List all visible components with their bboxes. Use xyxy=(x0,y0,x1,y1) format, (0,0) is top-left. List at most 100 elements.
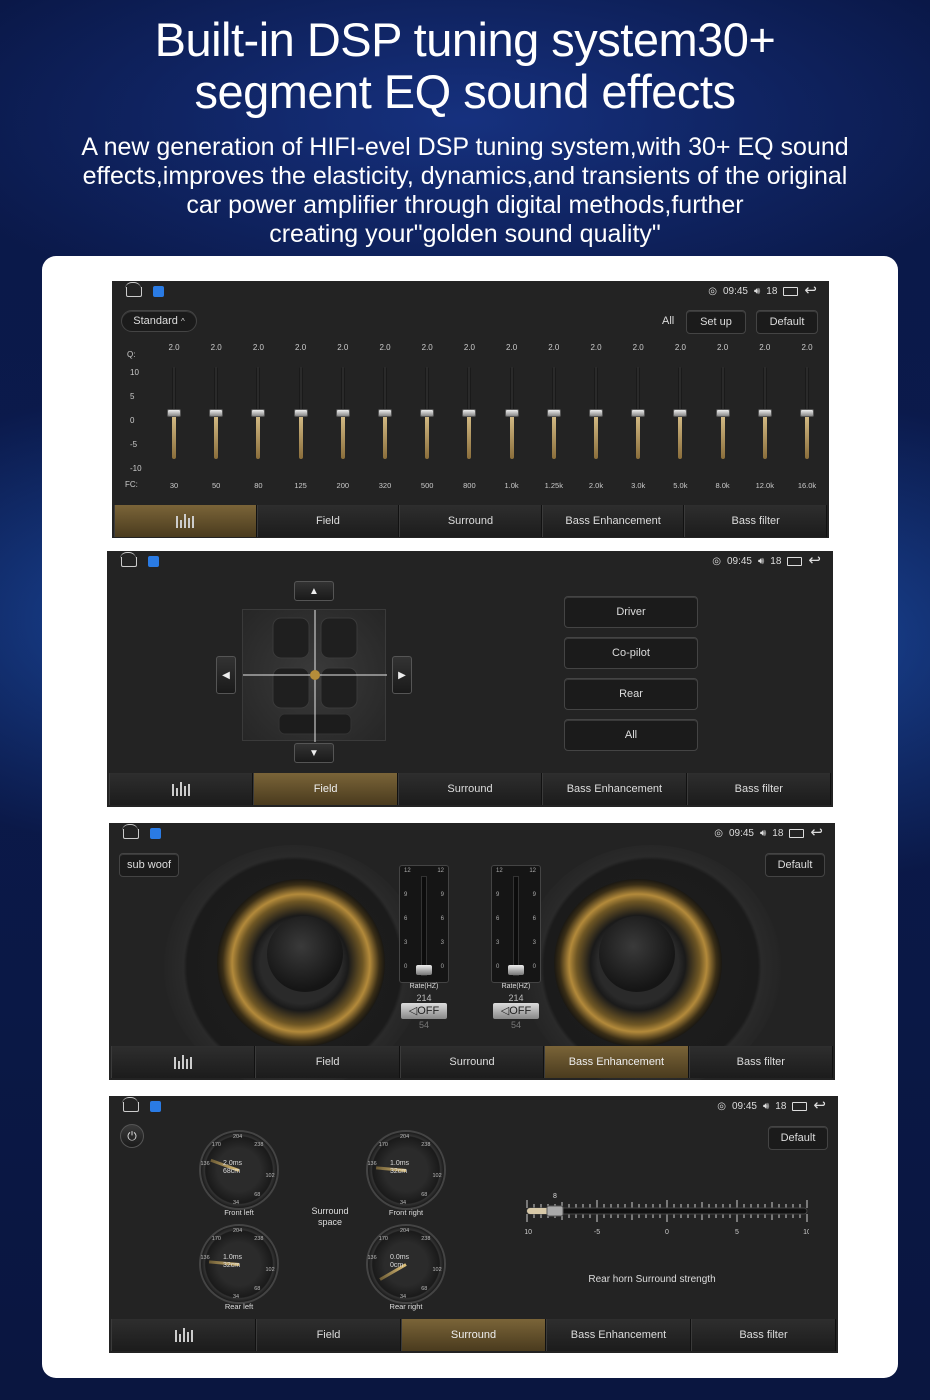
copilot-button[interactable]: Co-pilot xyxy=(564,637,698,669)
recent-apps-icon[interactable] xyxy=(783,286,799,296)
right-off-switch[interactable]: ◁OFF xyxy=(493,1003,539,1019)
back-icon[interactable]: ↩ xyxy=(813,1098,826,1113)
gain-scale-tick: 6 xyxy=(440,916,444,922)
eq-band-knob[interactable] xyxy=(378,409,392,417)
eq-band-knob[interactable] xyxy=(504,409,519,417)
app-icon[interactable] xyxy=(150,1101,161,1112)
slider-knob[interactable] xyxy=(416,965,432,975)
app-icon[interactable] xyxy=(148,556,159,567)
eq-band-knob[interactable] xyxy=(167,409,181,417)
car-seat-map[interactable] xyxy=(242,609,387,742)
equalizer-icon xyxy=(172,782,191,796)
all-label[interactable]: All xyxy=(662,315,674,327)
delay-dial[interactable]: 136 170 204 238 34 68 102 1.0ms 32cm Rear left xyxy=(187,1222,291,1311)
delay-dial[interactable]: 136 170 204 238 34 68 102 1.0ms 32cm Front right xyxy=(354,1128,458,1217)
eq-band-fill xyxy=(594,413,598,459)
right-gain-slider[interactable]: 12 12 9 9 6 6 3 3 0 0 xyxy=(491,865,541,983)
tab-surround[interactable]: Surround xyxy=(399,505,542,537)
tab-bass-enhancement[interactable]: Bass Enhancement xyxy=(544,1046,689,1078)
gain-scale-tick: 0 xyxy=(440,964,444,970)
home-icon[interactable] xyxy=(122,824,139,839)
eq-band-q: 2.0 xyxy=(337,343,349,352)
driver-button[interactable]: Driver xyxy=(564,596,698,628)
tab-field[interactable]: Field xyxy=(256,1319,401,1351)
strength-value: 8 xyxy=(553,1193,557,1200)
eq-band-fc: 3.0k xyxy=(631,481,646,490)
home-icon[interactable] xyxy=(120,552,137,567)
eq-band-knob[interactable] xyxy=(335,409,350,417)
gain-scale-tick: 9 xyxy=(440,892,444,898)
tab-eq[interactable] xyxy=(111,1046,256,1078)
tab-bass-enhancement[interactable]: Bass Enhancement xyxy=(541,505,685,537)
dial-scale-label: 204 xyxy=(233,1134,243,1140)
tab-bass-filter[interactable]: Bass filter xyxy=(691,1319,836,1351)
left-switch-state: OFF xyxy=(417,1005,440,1017)
slider-knob[interactable] xyxy=(508,965,524,975)
arrow-down-button[interactable]: ▼ xyxy=(294,743,334,763)
all-button[interactable]: All xyxy=(564,719,698,751)
tab-eq[interactable] xyxy=(111,1319,256,1351)
power-button[interactable]: ⏻ xyxy=(120,1124,144,1148)
tab-bass-filter[interactable]: Bass filter xyxy=(686,773,832,805)
left-gain-slider[interactable]: 12 12 9 9 6 6 3 3 0 0 xyxy=(399,865,449,983)
app-icon[interactable] xyxy=(150,828,161,839)
gain-scale-tick: 12 xyxy=(496,868,503,874)
eq-band-knob[interactable] xyxy=(800,409,814,417)
volume-icon: 🔊︎ xyxy=(753,285,761,297)
dial-label: Front right xyxy=(388,1208,424,1217)
tab-surround[interactable]: Surround xyxy=(399,1046,545,1078)
preset-dropdown[interactable]: Standard ^ xyxy=(121,310,197,332)
tab-bass-enhancement[interactable]: Bass Enhancement xyxy=(546,1319,691,1351)
recent-apps-icon[interactable] xyxy=(787,556,803,566)
eq-band-knob[interactable] xyxy=(631,409,646,417)
tab-field[interactable]: Field xyxy=(256,505,400,537)
default-button[interactable]: Default xyxy=(768,1126,828,1150)
dial-label: Rear right xyxy=(389,1302,423,1311)
eq-band-knob[interactable] xyxy=(715,409,730,417)
back-icon[interactable]: ↩ xyxy=(804,283,817,298)
recent-apps-icon[interactable] xyxy=(789,828,805,838)
delay-dial[interactable]: 136 170 204 238 34 68 102 2.0ms 68cm Front left xyxy=(187,1128,291,1217)
eq-band-q: 2.0 xyxy=(674,343,686,352)
eq-band-knob[interactable] xyxy=(673,409,688,417)
tab-field[interactable]: Field xyxy=(253,773,398,805)
arrow-up-button[interactable]: ▲ xyxy=(294,581,334,601)
home-icon[interactable] xyxy=(122,1097,139,1112)
eq-band-knob[interactable] xyxy=(209,409,224,417)
back-icon[interactable]: ↩ xyxy=(810,825,823,840)
tab-bass-enhancement[interactable]: Bass Enhancement xyxy=(542,773,687,805)
subwoof-button[interactable]: sub woof xyxy=(119,853,179,877)
recent-apps-icon[interactable] xyxy=(792,1101,808,1111)
eq-band-knob[interactable] xyxy=(293,409,308,417)
title-line-1: Built-in DSP tuning system30+ xyxy=(154,13,776,66)
surround-space-line-2: space xyxy=(317,1217,343,1227)
tab-surround[interactable]: Surround xyxy=(401,1319,546,1351)
eq-band-knob[interactable] xyxy=(251,409,266,417)
default-button[interactable]: Default xyxy=(756,310,818,334)
home-icon[interactable] xyxy=(125,282,142,297)
eq-band-knob[interactable] xyxy=(420,409,435,417)
eq-band-fill xyxy=(805,413,809,459)
clock: 09:45 xyxy=(731,1100,757,1112)
rear-button[interactable]: Rear xyxy=(564,678,698,710)
left-off-switch[interactable]: ◁OFF xyxy=(401,1003,447,1019)
back-icon[interactable]: ↩ xyxy=(808,553,821,568)
tab-eq[interactable] xyxy=(114,505,257,537)
default-button[interactable]: Default xyxy=(765,853,825,877)
arrow-left-button[interactable]: ◀ xyxy=(216,656,236,694)
strength-slider[interactable]: 8 -10 -5 0 5 10 xyxy=(522,1190,811,1236)
arrow-right-button[interactable]: ▶ xyxy=(392,656,412,694)
tab-surround[interactable]: Surround xyxy=(397,773,543,805)
tab-field[interactable]: Field xyxy=(255,1046,400,1078)
eq-band-knob[interactable] xyxy=(546,409,561,417)
app-icon[interactable] xyxy=(153,286,164,297)
setup-button[interactable]: Set up xyxy=(686,310,746,334)
tab-bass-filter[interactable]: Bass filter xyxy=(684,505,827,537)
eq-band-knob[interactable] xyxy=(589,409,603,417)
tab-eq[interactable] xyxy=(109,773,254,805)
delay-dial[interactable]: 136 170 204 238 34 68 102 0.0ms 0cm Rear right xyxy=(354,1222,458,1311)
eq-band-knob[interactable] xyxy=(757,409,772,417)
dial-readout: 1.0ms 32cm xyxy=(223,1254,242,1270)
eq-band-knob[interactable] xyxy=(462,409,477,417)
tab-bass-filter[interactable]: Bass filter xyxy=(688,1046,834,1078)
